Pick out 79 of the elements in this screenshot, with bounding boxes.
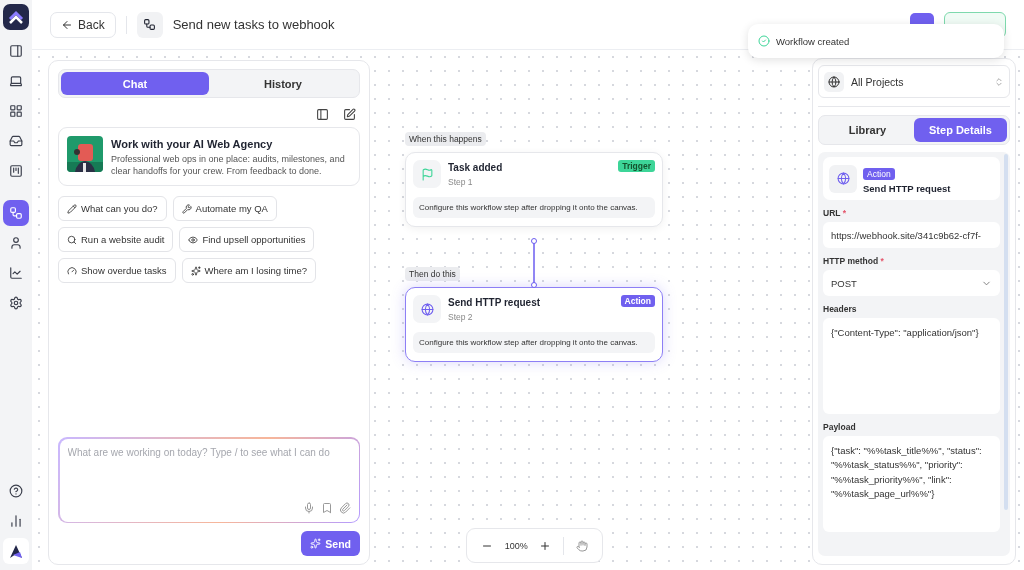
flag-icon [420, 167, 434, 181]
user-icon [9, 236, 23, 250]
intro-text: Professional web ops in one place: audits, milestones, and clear handoffs for your crew. From feedback to done. [111, 153, 346, 178]
workflow-icon [136, 11, 163, 38]
globe-icon [420, 302, 434, 316]
step-number: Step 2 [448, 312, 474, 322]
zoom-in-button[interactable] [539, 539, 552, 552]
step-badge: Action [620, 295, 655, 307]
step-number: Step 1 [448, 177, 474, 187]
search-icon [67, 234, 77, 245]
brand-icon[interactable] [3, 538, 29, 564]
chart-icon [9, 266, 23, 280]
tab[interactable]: Library [821, 118, 914, 142]
eye-icon [188, 234, 199, 245]
new-chat-icon[interactable] [343, 108, 356, 121]
tab[interactable]: History [209, 72, 357, 95]
board-icon [9, 164, 23, 178]
plus-icon [539, 539, 552, 552]
suggestion-chip[interactable]: What can you do? [58, 196, 167, 222]
tab[interactable]: Chat [61, 72, 209, 95]
panel-icon [9, 44, 23, 58]
step-description: Configure this workflow step after dropping it onto the canvas. [413, 197, 655, 219]
step-node[interactable]: Send HTTP request Step 2 Action Configure this workflow step after dropping it onto the canvas. [405, 287, 663, 363]
microphone-icon[interactable] [302, 501, 315, 514]
group-label: Then do this [405, 267, 460, 281]
suggestion-chip[interactable]: Find upsell opportunities [179, 227, 315, 253]
step-badge: Trigger [618, 160, 655, 172]
step-badge: Action [863, 168, 895, 180]
gauge-icon [67, 265, 77, 276]
toast-message: Workflow created [776, 35, 850, 47]
sparkle-icon [310, 538, 322, 549]
help-icon [9, 484, 23, 498]
suggestion-chip[interactable]: Automate my QA [172, 196, 277, 222]
nav-button[interactable] [3, 200, 29, 226]
text-area-field[interactable]: {"task": "%%task_title%%", "status": "%%task_status%%", "priority": "%%task_priority%%", "link": "%%task_page_url%%"} [823, 436, 1000, 532]
url-field[interactable]: https://webhook.site/341c9b62-cf7f- [823, 222, 1000, 248]
field-label: HTTP method * [823, 256, 885, 266]
suggestion-chip[interactable]: Run a website audit [58, 227, 174, 253]
back-button[interactable]: Back [50, 11, 116, 38]
group-label: When this happens [405, 132, 486, 146]
bars-icon [9, 514, 23, 528]
logo[interactable] [3, 4, 29, 30]
globe-icon [828, 75, 840, 88]
project-select[interactable]: All Projects [818, 65, 1010, 98]
step-title: Task added [448, 162, 503, 173]
suggestion-chip[interactable]: Show overdue tasks [58, 258, 176, 284]
connector-line [530, 238, 538, 288]
step-title: Send HTTP request [863, 183, 951, 194]
bookmark-icon[interactable] [320, 501, 333, 514]
tab[interactable]: Step Details [914, 118, 1007, 142]
paperclip-icon[interactable] [338, 501, 351, 514]
suggestion-chip[interactable]: Where am I losing time? [181, 258, 316, 284]
field-label: URL * [823, 208, 847, 218]
method-select[interactable]: POST [823, 270, 1000, 296]
wrench-icon [181, 203, 192, 214]
sparkle-icon [190, 265, 201, 276]
field-label: Headers [823, 304, 858, 314]
send-button[interactable]: Send [301, 531, 360, 556]
step-title: Send HTTP request [448, 297, 541, 308]
field-label: Payload [823, 422, 857, 432]
zoom-level: 100% [504, 540, 528, 551]
globe-icon [836, 172, 850, 185]
step-description: Configure this workflow step after dropping it onto the canvas. [413, 332, 655, 354]
workflow-icon [9, 206, 23, 220]
page-title: Send new tasks to webhook [172, 17, 336, 32]
required-mark: * [842, 208, 846, 218]
arrow-left-icon [61, 18, 73, 31]
inbox-icon [9, 134, 23, 148]
grid-icon [9, 104, 23, 118]
intro-title: Work with your AI Web Agency [111, 138, 274, 150]
required-mark: * [880, 256, 884, 266]
step-node[interactable]: Task added Step 1 Trigger Configure this workflow step after dropping it onto the canvas. [405, 152, 663, 228]
chevron-icon [994, 76, 1004, 87]
sidebar-toggle-icon[interactable] [316, 108, 329, 121]
settings-icon [9, 296, 23, 310]
pencil-icon [67, 203, 77, 214]
check-icon [758, 35, 770, 47]
text-area-field[interactable]: {"Content-Type": "application/json"} [823, 318, 1000, 414]
laptop-icon [9, 74, 23, 88]
